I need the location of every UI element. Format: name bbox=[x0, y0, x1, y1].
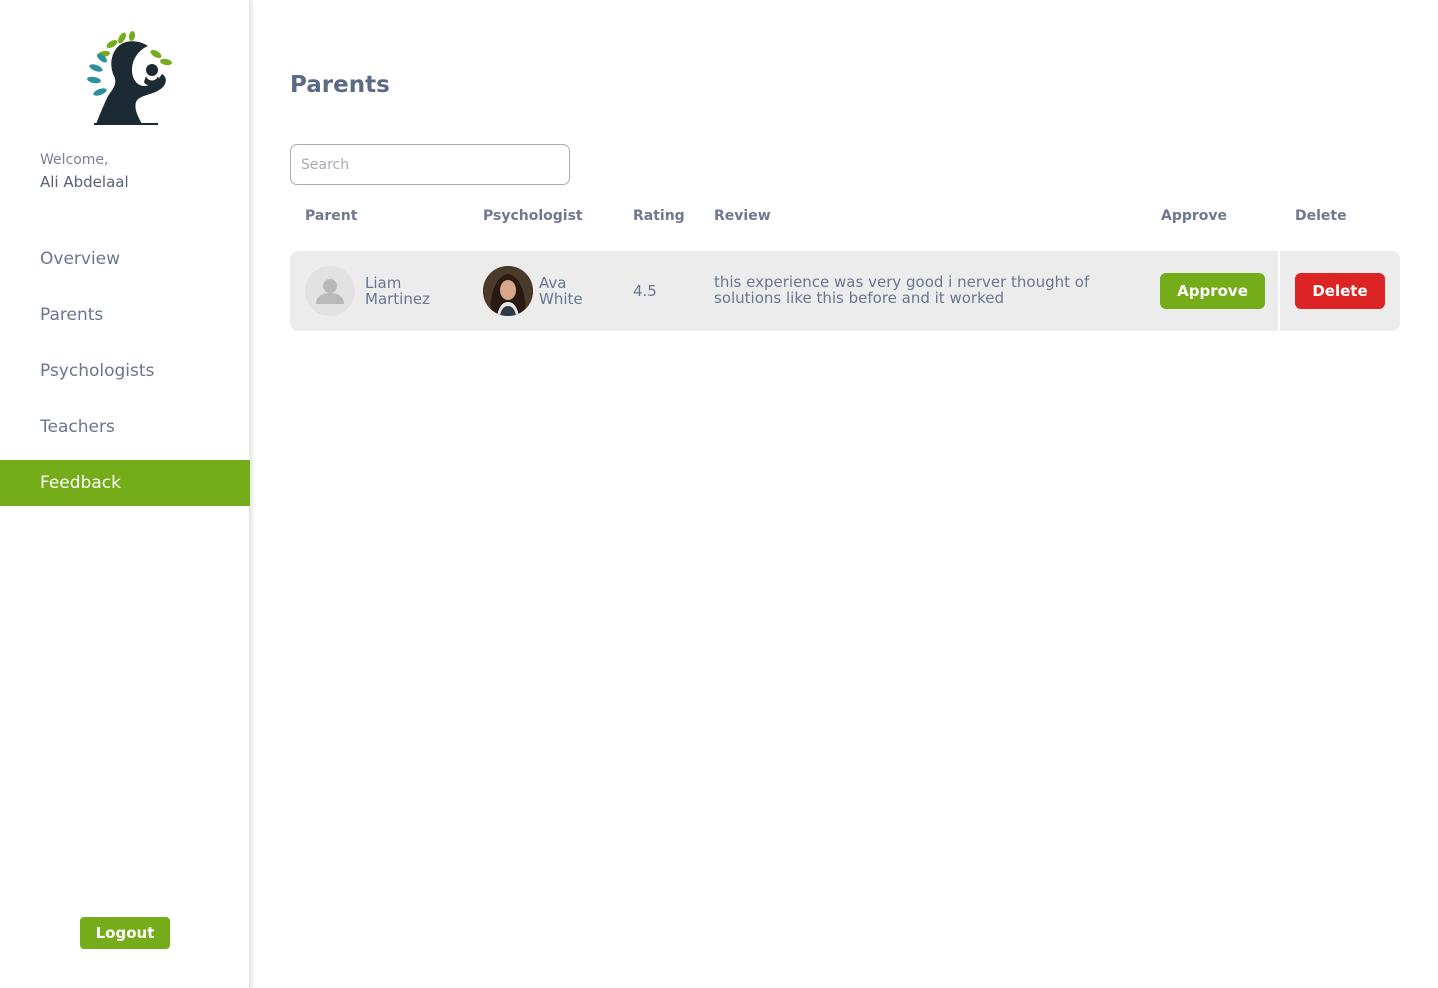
column-header-approve: Approve bbox=[1161, 208, 1228, 224]
column-header-delete: Delete bbox=[1295, 208, 1347, 224]
column-header-review: Review bbox=[714, 208, 771, 224]
review-text: this experience was very good i nerver t… bbox=[714, 273, 1090, 307]
sidebar-item-psychologists[interactable]: Psychologists bbox=[0, 348, 250, 394]
parent-last-name: Martinez bbox=[365, 290, 430, 308]
page-title: Parents bbox=[290, 72, 390, 98]
username: Ali Abdelaal bbox=[40, 173, 129, 191]
search-input[interactable] bbox=[290, 144, 570, 185]
sidebar-item-teachers[interactable]: Teachers bbox=[0, 404, 250, 450]
psychologist-first-name: Ava bbox=[539, 274, 567, 292]
psychologist-last-name: White bbox=[539, 290, 583, 308]
sidebar-item-feedback[interactable]: Feedback bbox=[0, 460, 250, 506]
psychologist-avatar bbox=[483, 266, 533, 316]
sidebar-nav: Overview Parents Psychologists Teachers … bbox=[0, 236, 250, 516]
welcome-text: Welcome, bbox=[40, 152, 109, 168]
logout-button[interactable]: Logout bbox=[80, 917, 170, 949]
default-user-icon bbox=[305, 266, 355, 316]
parent-name: Liam Martinez bbox=[365, 275, 430, 307]
parent-first-name: Liam bbox=[365, 274, 402, 292]
column-header-rating: Rating bbox=[633, 208, 685, 224]
logo-icon bbox=[82, 30, 176, 128]
approve-button[interactable]: Approve bbox=[1160, 273, 1265, 309]
sidebar-item-overview[interactable]: Overview bbox=[0, 236, 250, 282]
sidebar: Welcome, Ali Abdelaal Overview Parents P… bbox=[0, 0, 250, 988]
delete-button[interactable]: Delete bbox=[1295, 273, 1385, 309]
psychologist-name: Ava White bbox=[539, 275, 583, 307]
column-header-parent: Parent bbox=[305, 208, 358, 224]
app-root: Welcome, Ali Abdelaal Overview Parents P… bbox=[0, 0, 1438, 988]
rating-value: 4.5 bbox=[633, 282, 657, 300]
column-header-psychologist: Psychologist bbox=[483, 208, 583, 224]
sidebar-item-parents[interactable]: Parents bbox=[0, 292, 250, 338]
